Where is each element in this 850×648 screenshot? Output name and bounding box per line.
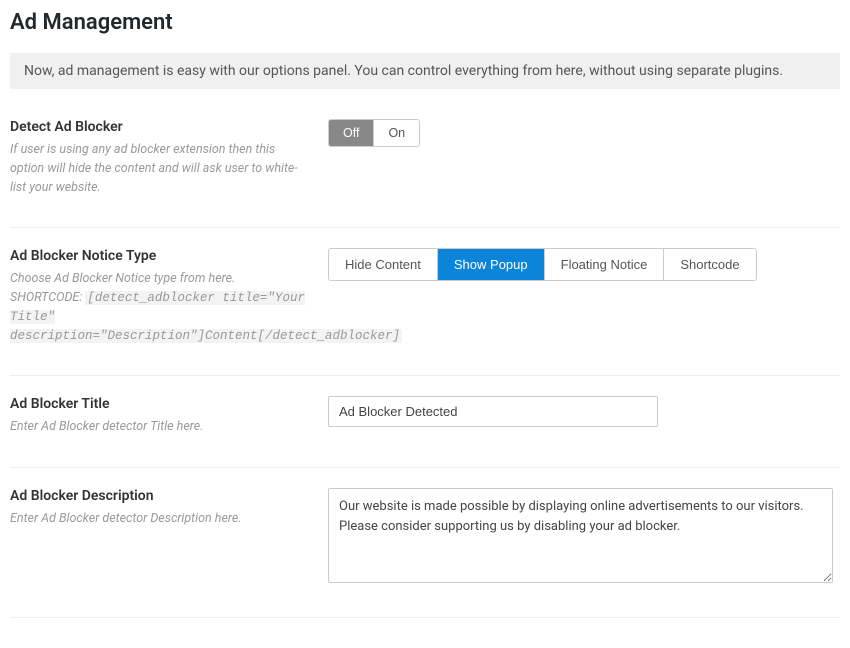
option-row-notice-type: Ad Blocker Notice Type Choose Ad Blocker… <box>10 248 840 376</box>
adblocker-title-input[interactable] <box>328 396 658 427</box>
page-title: Ad Management <box>10 10 840 35</box>
option-row-detect-adblocker: Detect Ad Blocker If user is using any a… <box>10 119 840 228</box>
adblocker-title-label: Ad Blocker Title <box>10 396 308 412</box>
notice-type-show-popup-button[interactable]: Show Popup <box>437 249 544 280</box>
option-row-adblocker-description: Ad Blocker Description Enter Ad Blocker … <box>10 488 840 618</box>
adblocker-title-desc: Enter Ad Blocker detector Title here. <box>10 418 308 437</box>
detect-adblocker-desc: If user is using any ad blocker extensio… <box>10 141 308 197</box>
notice-type-desc: Choose Ad Blocker Notice type from here.… <box>10 270 308 345</box>
notice-type-shortcode-button[interactable]: Shortcode <box>663 249 755 280</box>
adblocker-description-label: Ad Blocker Description <box>10 488 308 504</box>
detect-adblocker-toggle: Off On <box>328 119 420 147</box>
adblocker-description-textarea[interactable] <box>328 488 833 583</box>
option-row-adblocker-title: Ad Blocker Title Enter Ad Blocker detect… <box>10 396 840 468</box>
notice-type-label: Ad Blocker Notice Type <box>10 248 308 264</box>
notice-type-hide-content-button[interactable]: Hide Content <box>329 249 437 280</box>
detect-adblocker-label: Detect Ad Blocker <box>10 119 308 135</box>
notice-type-floating-notice-button[interactable]: Floating Notice <box>544 249 664 280</box>
info-notice: Now, ad management is easy with our opti… <box>10 53 840 89</box>
adblocker-description-desc: Enter Ad Blocker detector Description he… <box>10 510 308 529</box>
notice-type-button-group: Hide Content Show Popup Floating Notice … <box>328 248 757 281</box>
toggle-on-button[interactable]: On <box>373 120 419 146</box>
toggle-off-button[interactable]: Off <box>329 120 373 146</box>
